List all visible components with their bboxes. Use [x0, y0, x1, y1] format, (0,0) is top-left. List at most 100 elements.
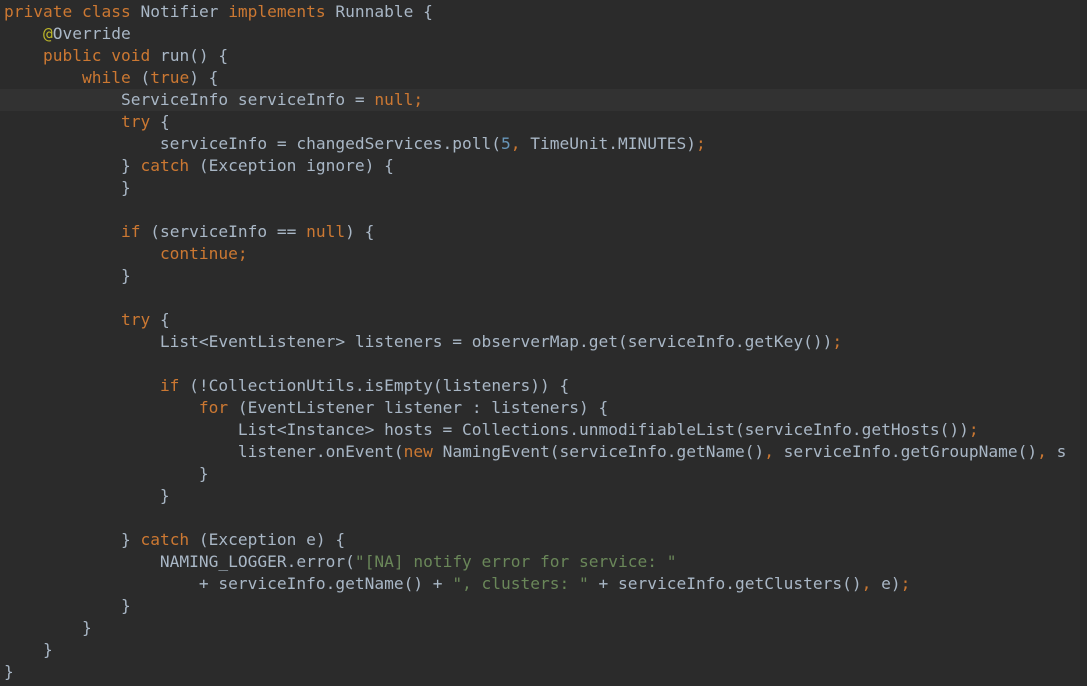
code-editor[interactable]: private class Notifier implements Runnab… — [0, 0, 1087, 686]
code-token: if — [159, 376, 180, 395]
code-token: ; — [695, 134, 706, 153]
code-token: try — [120, 310, 151, 329]
code-token: ", clusters: " — [452, 574, 589, 593]
code-token: } — [4, 156, 141, 175]
code-token: new — [403, 442, 433, 461]
code-line[interactable]: } — [0, 265, 1087, 287]
code-token: ; — [900, 574, 911, 593]
code-line[interactable]: } catch (Exception e) { — [0, 529, 1087, 551]
code-token: + serviceInfo.getName() + — [4, 574, 453, 593]
code-line[interactable]: serviceInfo = changedServices.poll(5, Ti… — [0, 133, 1087, 155]
code-token: ; — [968, 420, 979, 439]
code-token: Runnable { — [325, 2, 433, 21]
code-token: Notifier — [130, 2, 229, 21]
code-token: } — [4, 266, 131, 285]
code-token: } — [4, 596, 131, 615]
code-token: null — [306, 222, 346, 241]
code-token: true — [150, 68, 190, 87]
code-token: unmodifiableList — [579, 420, 735, 439]
code-line[interactable] — [0, 199, 1087, 221]
code-line[interactable]: ServiceInfo serviceInfo = null; — [0, 89, 1087, 111]
code-line[interactable]: } — [0, 485, 1087, 507]
code-token: ; — [832, 332, 843, 351]
code-line[interactable]: } — [0, 661, 1087, 683]
code-line[interactable]: } — [0, 617, 1087, 639]
code-token: 5 — [501, 134, 511, 153]
code-token: { — [150, 112, 170, 131]
code-token: ( — [130, 68, 151, 87]
code-token: List<EventListener> listeners = observer… — [4, 332, 833, 351]
code-line[interactable]: List<EventListener> listeners = observer… — [0, 331, 1087, 353]
code-token: , — [1037, 442, 1047, 461]
code-token: null — [374, 90, 414, 109]
code-line[interactable]: } — [0, 177, 1087, 199]
code-token: while — [81, 68, 131, 87]
code-token: e) — [871, 574, 901, 593]
code-line[interactable] — [0, 507, 1087, 529]
code-token: , — [764, 442, 774, 461]
code-token: for — [198, 398, 229, 417]
code-token: if — [120, 222, 141, 241]
code-token: } — [4, 662, 14, 681]
code-line[interactable]: } — [0, 595, 1087, 617]
code-token: void — [111, 46, 151, 65]
code-token: "[NA] notify error for service: " — [354, 552, 677, 571]
code-token: (EventListener listener : listeners) { — [228, 398, 609, 417]
code-line[interactable]: if (serviceInfo == null) { — [0, 221, 1087, 243]
code-line[interactable]: + serviceInfo.getName() + ", clusters: "… — [0, 573, 1087, 595]
code-token: MINUTES — [618, 134, 687, 153]
code-token: catch — [140, 530, 190, 549]
code-token: (listeners)) { — [432, 376, 570, 395]
code-token: (serviceInfo.getHosts()) — [734, 420, 969, 439]
code-token: private — [4, 2, 73, 21]
code-token: Override — [52, 24, 131, 43]
code-line[interactable]: continue; — [0, 243, 1087, 265]
code-token: try — [120, 112, 151, 131]
code-token: ; — [413, 90, 424, 109]
code-line[interactable]: List<Instance> hosts = Collections.unmod… — [0, 419, 1087, 441]
code-token: (Exception ignore) { — [189, 156, 394, 175]
code-line[interactable]: listener.onEvent(new NamingEvent(service… — [0, 441, 1087, 463]
code-token: listener.onEvent( — [4, 442, 404, 461]
code-token: (!CollectionUtils. — [179, 376, 365, 395]
code-token: ) { — [345, 222, 375, 241]
code-line[interactable] — [0, 353, 1087, 375]
code-line[interactable]: public void run() { — [0, 45, 1087, 67]
code-line[interactable]: } catch (Exception ignore) { — [0, 155, 1087, 177]
code-token: , — [510, 134, 521, 153]
code-token: implements — [228, 2, 326, 21]
code-token: List<Instance> hosts = Collections. — [4, 420, 579, 439]
code-token: ServiceInfo serviceInfo = — [4, 90, 375, 109]
code-line[interactable]: private class Notifier implements Runnab… — [0, 1, 1087, 23]
code-token: ) — [686, 134, 696, 153]
code-line[interactable]: NAMING_LOGGER.error("[NA] notify error f… — [0, 551, 1087, 573]
code-line[interactable]: try { — [0, 111, 1087, 133]
code-line[interactable]: while (true) { — [0, 67, 1087, 89]
code-line[interactable]: try { — [0, 309, 1087, 331]
code-token: } — [4, 640, 53, 659]
code-line[interactable]: } — [0, 639, 1087, 661]
code-token: public — [42, 46, 102, 65]
code-token: } — [4, 618, 92, 637]
code-token: } — [4, 464, 209, 483]
code-line[interactable]: for (EventListener listener : listeners)… — [0, 397, 1087, 419]
code-line[interactable] — [0, 287, 1087, 309]
code-token: isEmpty — [364, 376, 433, 395]
code-token: NamingEvent(serviceInfo.getName() — [432, 442, 765, 461]
code-token: TimeUnit. — [520, 134, 618, 153]
code-token: } — [4, 530, 141, 549]
code-line[interactable]: if (!CollectionUtils.isEmpty(listeners))… — [0, 375, 1087, 397]
code-line[interactable]: @Override — [0, 23, 1087, 45]
code-token: serviceInfo = changedServices.poll( — [4, 134, 502, 153]
code-line[interactable]: } — [0, 463, 1087, 485]
code-token: (Exception e) { — [189, 530, 346, 549]
